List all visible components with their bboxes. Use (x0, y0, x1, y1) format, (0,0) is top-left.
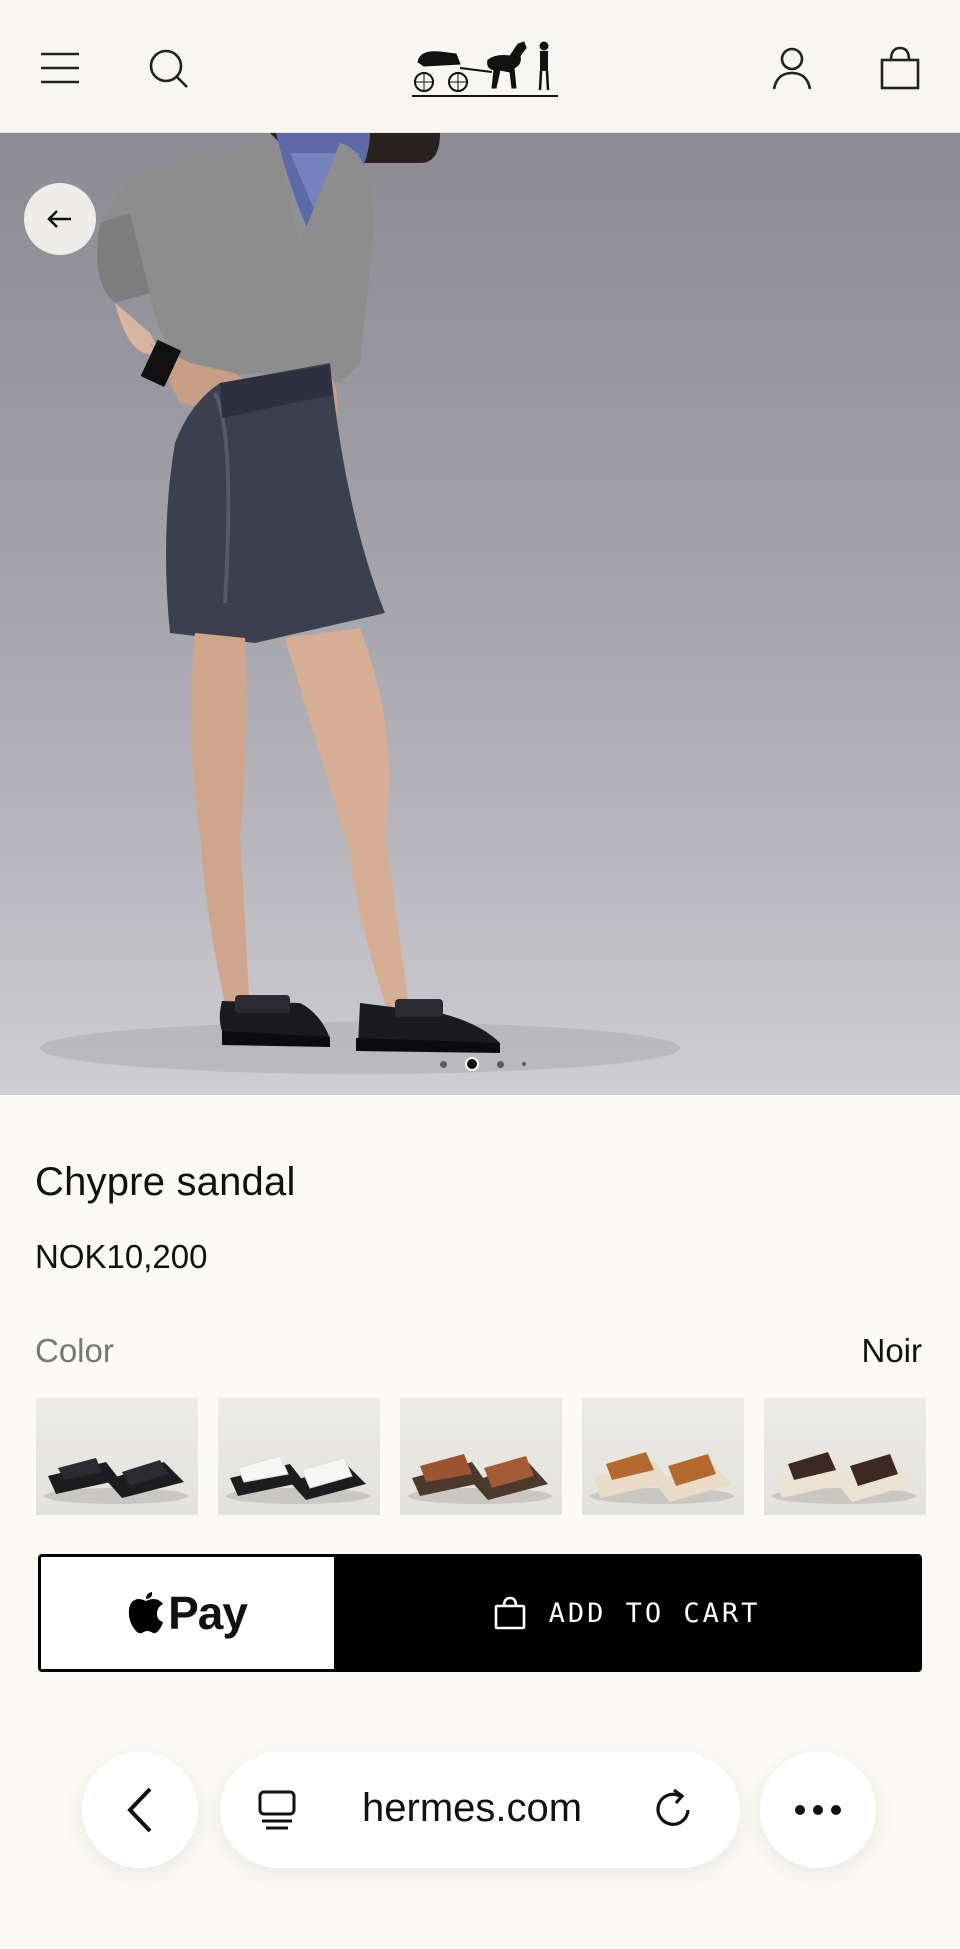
apple-icon (128, 1592, 164, 1634)
gallery-dot-active[interactable] (465, 1057, 479, 1071)
color-label: Color (35, 1332, 114, 1369)
swatch-brown[interactable] (400, 1398, 562, 1515)
apple-pay-button[interactable]: Pay (41, 1557, 334, 1669)
ellipsis-icon (795, 1805, 841, 1815)
color-swatches (36, 1398, 926, 1515)
address-bar[interactable]: hermes.com (220, 1752, 740, 1868)
gallery-back-button[interactable] (24, 183, 96, 255)
add-to-cart-label: ADD TO CART (548, 1597, 761, 1629)
gallery-dot[interactable] (497, 1060, 504, 1068)
add-to-cart-button[interactable]: ADD TO CART (334, 1557, 919, 1669)
search-icon[interactable] (142, 42, 194, 94)
reload-icon[interactable] (650, 1786, 696, 1832)
url-text: hermes.com (362, 1786, 583, 1830)
gallery-pagination (440, 1057, 526, 1071)
gallery-dot[interactable] (522, 1062, 526, 1066)
tabs-icon[interactable] (256, 1788, 300, 1832)
product-photo (40, 133, 680, 1074)
swatch-dark-brown-shearling[interactable] (764, 1398, 926, 1515)
chevron-left-icon (127, 1787, 152, 1833)
account-icon[interactable] (766, 42, 818, 94)
menu-icon[interactable] (34, 42, 86, 94)
swatch-tan-shearling[interactable] (582, 1398, 744, 1515)
more-options-button[interactable] (760, 1752, 876, 1868)
hermes-logo[interactable] (410, 30, 560, 100)
browser-back-button[interactable] (82, 1752, 198, 1868)
site-header (0, 0, 960, 133)
selected-color: Noir (861, 1332, 922, 1369)
apple-pay-label: Pay (168, 1587, 248, 1639)
arrow-left-icon (47, 210, 71, 228)
swatch-noir[interactable] (36, 1398, 198, 1515)
product-price: NOK10,200 (35, 1238, 208, 1275)
swatch-blanc[interactable] (218, 1398, 380, 1515)
product-title: Chypre sandal (35, 1160, 296, 1204)
shopping-bag-icon (494, 1596, 525, 1630)
shopping-bag-icon[interactable] (874, 42, 926, 94)
purchase-actions: Pay ADD TO CART (38, 1554, 922, 1672)
gallery-dot[interactable] (440, 1060, 447, 1068)
product-image-gallery[interactable] (0, 133, 960, 1095)
